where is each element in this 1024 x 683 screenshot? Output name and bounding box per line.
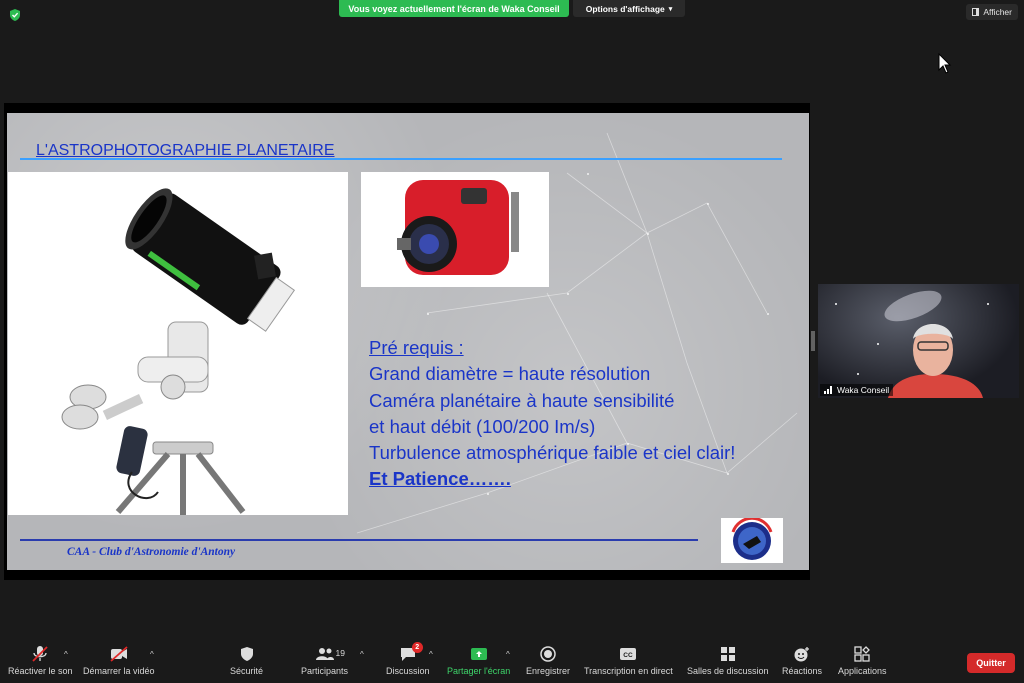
record-icon xyxy=(540,646,556,662)
view-options-label: Options d'affichage xyxy=(585,3,665,14)
telescope-photo xyxy=(8,172,348,515)
show-button-label: Afficher xyxy=(983,7,1012,17)
share-screen-icon xyxy=(470,648,487,660)
breakout-rooms-label: Salles de discussion xyxy=(687,666,769,676)
security-button[interactable]: Sécurité xyxy=(230,646,263,676)
view-options-button[interactable]: Options d'affichage ▾ xyxy=(573,0,685,17)
signal-strength-icon xyxy=(824,386,832,394)
share-screen-button[interactable]: Partager l'écran xyxy=(447,646,510,676)
panel-resize-handle[interactable] xyxy=(811,331,815,351)
bullet-line-1: Grand diamètre = haute résolution xyxy=(369,363,651,385)
shield-icon xyxy=(240,647,253,661)
participants-icon-wrap: 19 xyxy=(315,646,345,662)
chat-icon-wrap: 2 xyxy=(399,642,423,662)
meeting-toolbar: Réactiver le son ^ Démarrer la vidéo ^ S… xyxy=(0,640,1024,683)
video-options-caret-icon[interactable]: ^ xyxy=(150,650,154,659)
screen-share-banner: Vous voyez actuellement l'écran de Waka … xyxy=(339,0,569,17)
apps-label: Applications xyxy=(838,666,887,676)
panel-icon xyxy=(972,8,980,16)
svg-text:CC: CC xyxy=(624,652,634,659)
record-button[interactable]: Enregistrer xyxy=(526,646,570,676)
participants-label: Participants xyxy=(301,666,349,676)
apps-button[interactable]: Applications xyxy=(838,646,887,676)
breakout-rooms-button[interactable]: Salles de discussion xyxy=(687,646,769,676)
chat-label: Discussion xyxy=(386,666,430,676)
participants-count: 19 xyxy=(335,648,345,658)
start-video-label: Démarrer la vidéo xyxy=(83,666,155,676)
mouse-cursor-icon xyxy=(938,53,952,74)
video-off-icon xyxy=(110,646,128,662)
planetary-camera-photo xyxy=(361,172,549,287)
security-shield-icon xyxy=(10,9,20,21)
breakout-rooms-icon xyxy=(720,647,735,661)
audio-options-caret-icon[interactable]: ^ xyxy=(64,650,68,659)
chat-button[interactable]: 2 Discussion xyxy=(386,642,430,676)
participants-caret-icon[interactable]: ^ xyxy=(360,650,364,659)
participant-name: Waka Conseil xyxy=(837,385,890,395)
bullet-line-4: Turbulence atmosphérique faible et ciel … xyxy=(369,442,736,464)
share-caret-icon[interactable]: ^ xyxy=(506,650,510,659)
live-transcription-label: Transcription en direct xyxy=(584,666,673,676)
participants-button[interactable]: 19 Participants xyxy=(301,646,348,676)
bullet-heading: Pré requis : xyxy=(369,337,464,358)
start-video-button[interactable]: Démarrer la vidéo xyxy=(83,646,155,676)
chevron-down-icon: ▾ xyxy=(668,5,673,13)
muted-microphone-icon xyxy=(32,646,48,662)
telescope-illustration xyxy=(61,188,296,515)
closed-captions-icon: CC xyxy=(620,648,637,660)
security-label: Sécurité xyxy=(230,666,264,676)
show-button[interactable]: Afficher xyxy=(966,4,1018,20)
reactions-label: Réactions xyxy=(782,666,823,676)
slide-divider-bottom xyxy=(20,539,698,541)
bullet-line-2: Caméra planétaire à haute sensibilité xyxy=(369,389,675,411)
smiley-plus-icon xyxy=(794,647,810,662)
presentation-slide: L'ASTROPHOTOGRAPHIE PLANETAIRE Pré requi… xyxy=(7,113,809,570)
participant-name-label: Waka Conseil xyxy=(820,384,894,396)
slide-bullets: Pré requis : Grand diamètre = haute réso… xyxy=(369,335,735,493)
participant-video xyxy=(835,290,989,398)
leave-meeting-button[interactable]: Quitter xyxy=(967,653,1015,673)
bullet-line-3: et haut débit (100/200 Im/s) xyxy=(369,415,596,437)
chat-caret-icon[interactable]: ^ xyxy=(429,650,433,659)
participants-icon xyxy=(315,648,334,660)
camera-illustration xyxy=(397,180,519,275)
reactions-button[interactable]: Réactions xyxy=(782,646,822,676)
apps-icon xyxy=(854,646,871,662)
slide-divider-top xyxy=(20,158,782,160)
club-logo-image xyxy=(731,516,773,560)
chat-unread-badge: 2 xyxy=(411,642,423,653)
unmute-label: Réactiver le son xyxy=(8,666,73,676)
unmute-button[interactable]: Réactiver le son xyxy=(8,646,73,676)
bullet-line-5: Et Patience……. xyxy=(369,468,511,490)
share-screen-label: Partager l'écran xyxy=(447,666,511,676)
slide-footer: CAA - Club d'Astronomie d'Antony xyxy=(67,546,236,558)
live-transcription-button[interactable]: CC Transcription en direct xyxy=(584,646,673,676)
participant-video-tile[interactable]: Waka Conseil xyxy=(818,284,1019,398)
record-label: Enregistrer xyxy=(526,666,571,676)
club-logo xyxy=(721,516,783,563)
